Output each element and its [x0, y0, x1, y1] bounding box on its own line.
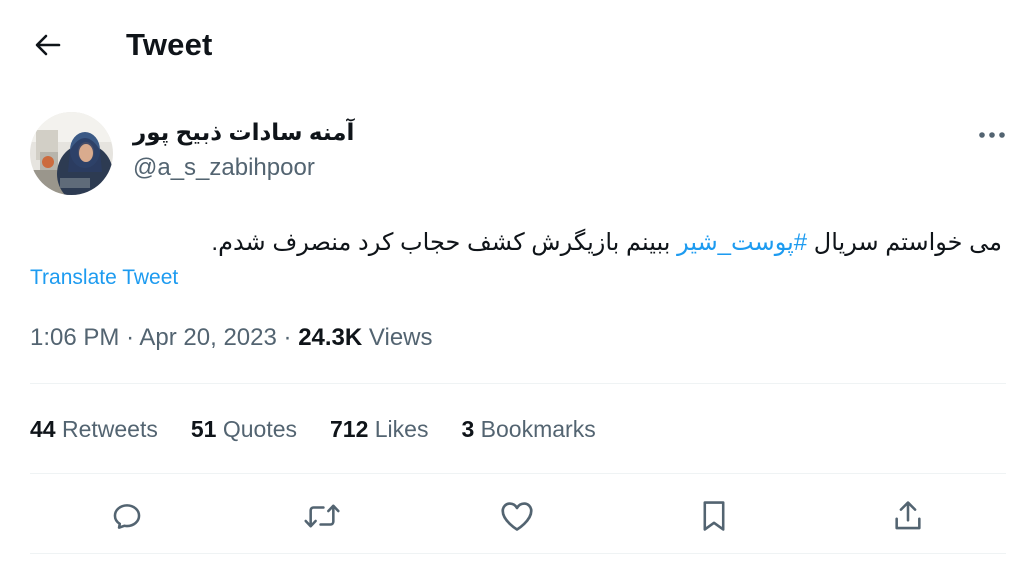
back-button[interactable]: [26, 26, 70, 64]
author-display-name[interactable]: آمنه سادات ذبیح پور: [133, 116, 354, 148]
page-title: Tweet: [126, 27, 213, 62]
avatar[interactable]: [30, 112, 113, 195]
author-handle[interactable]: @a_s_zabihpoor: [133, 152, 315, 184]
quotes-stat[interactable]: 51 Quotes: [191, 414, 297, 444]
meta-separator: ·: [283, 324, 292, 351]
tweet-meta: 1:06 PM · Apr 20, 2023 · 24.3K Views: [30, 322, 433, 354]
like-button[interactable]: [497, 496, 537, 536]
likes-stat[interactable]: 712 Likes: [330, 414, 428, 444]
translate-tweet-link[interactable]: Translate Tweet: [30, 264, 178, 292]
more-options-button[interactable]: [974, 120, 1010, 150]
bookmark-button[interactable]: [694, 496, 734, 536]
bookmarks-label: Bookmarks: [480, 416, 596, 442]
tweet-text-after: ببینم بازیگرش کشف حجاب کرد منصرف شدم.: [211, 229, 678, 256]
like-icon: [501, 502, 533, 531]
views-count: 24.3K: [298, 324, 363, 351]
reply-button[interactable]: [107, 496, 147, 536]
tweet-text: می خواستم سریال #پوست_شیر ببینم بازیگرش …: [22, 226, 1002, 260]
quotes-label: Quotes: [222, 416, 297, 442]
retweets-count: 44: [30, 416, 56, 442]
bookmark-icon: [703, 501, 725, 531]
divider: [30, 383, 1006, 384]
views-label: Views: [368, 324, 433, 351]
share-icon: [895, 501, 921, 530]
tweet-date[interactable]: Apr 20, 2023: [139, 324, 276, 351]
engagement-stats: 44 Retweets 51 Quotes 712 Likes 3 Bookmarks: [30, 414, 629, 444]
tweet-text-before: می خواستم سریال: [807, 229, 1002, 256]
bookmarks-stat[interactable]: 3 Bookmarks: [461, 414, 595, 444]
bookmarks-count: 3: [461, 416, 475, 442]
arrow-left-icon: [35, 34, 61, 56]
likes-label: Likes: [374, 416, 429, 442]
divider: [30, 553, 1006, 554]
quotes-count: 51: [190, 416, 217, 442]
hashtag-link[interactable]: #پوست_شیر: [677, 229, 807, 256]
share-button[interactable]: [888, 496, 928, 536]
retweets-stat[interactable]: 44 Retweets: [30, 414, 158, 444]
reply-icon: [113, 504, 141, 529]
tweet-time[interactable]: 1:06 PM: [30, 324, 119, 351]
more-horizontal-icon: [979, 132, 1005, 138]
meta-separator: ·: [126, 324, 135, 351]
retweet-icon: [304, 504, 340, 528]
retweets-label: Retweets: [61, 416, 158, 442]
retweet-button[interactable]: [302, 496, 342, 536]
likes-count: 712: [330, 416, 369, 442]
divider: [30, 473, 1006, 474]
